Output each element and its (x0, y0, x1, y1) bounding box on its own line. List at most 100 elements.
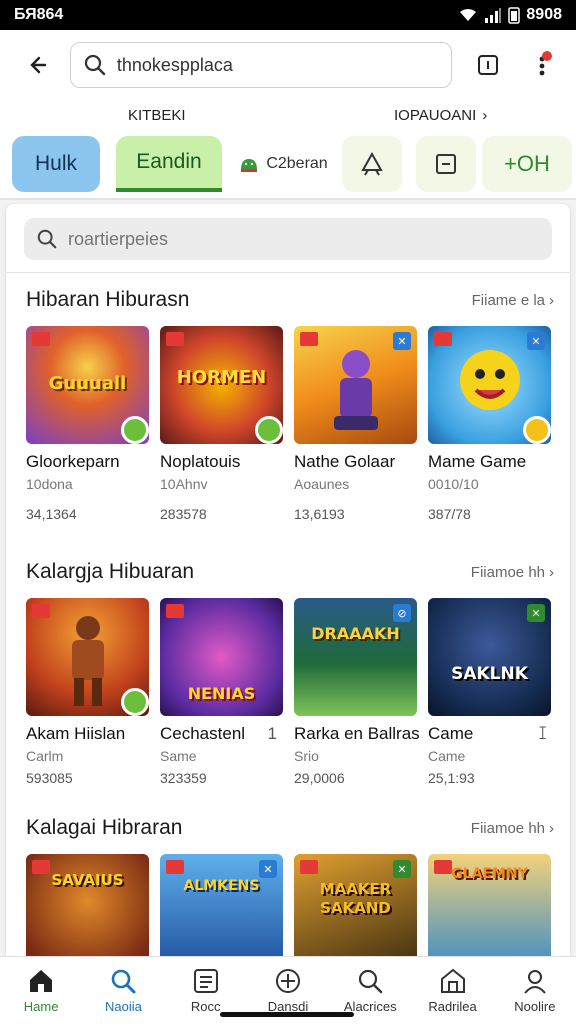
section-more-link[interactable]: Fiiamoe hh › (471, 820, 554, 837)
game-card[interactable]: Akam Hiislan Carlm 593085 (26, 598, 149, 786)
game-stat: 34,1364 (26, 506, 77, 522)
game-card[interactable]: GLAEMNY (428, 854, 551, 972)
nav-rocc-label: Rocc (190, 999, 221, 1014)
smiley-character (460, 350, 520, 410)
controller-icon: ✕ (527, 332, 545, 350)
section-more-link[interactable]: Fiiame e la › (472, 292, 554, 309)
game-card[interactable]: ✕ Mame Game 0010/10 387/78 (428, 326, 551, 522)
notification-dot (541, 51, 552, 61)
game-card[interactable]: SAKLNK ✕ Came ꕯ Came 25,1:93 (428, 598, 551, 786)
nav-radrilea[interactable]: Radrilea (417, 967, 489, 1014)
install-badge-icon (121, 416, 149, 444)
category-chips: Hulk Eandin C2beran +OH (0, 130, 576, 200)
chip-c2beran-label: C2beran (266, 155, 328, 172)
card-row: Akam Hiislan Carlm 593085 NENIAS Cechast… (26, 598, 551, 786)
chip-c2beran[interactable]: C2beran (238, 136, 328, 192)
card-row: Guuuall Gloorkeparn 10dona 34,1364 HORME… (26, 326, 551, 522)
signal-icon (485, 8, 502, 23)
game-card[interactable]: HORMEN Noplatouis 10Ahnv 283578 (160, 326, 283, 522)
nav-radrilea-label: Radrilea (428, 999, 477, 1014)
chip-oh[interactable]: +OH (482, 136, 572, 192)
sub-header-right[interactable]: IOPAUOANI › (394, 107, 487, 124)
recycle-icon (361, 151, 383, 176)
content-panel: Hibaran Hiburasn Fiiame e la › Guuuall G… (6, 204, 570, 1004)
back-button[interactable] (14, 43, 58, 87)
game-name: Noplatouis (160, 452, 241, 471)
nav-noolire-label: Noolire (514, 999, 556, 1014)
tabs-icon (478, 55, 499, 75)
nav-dansdi[interactable]: Dansdi (252, 967, 324, 1014)
game-name: Mame Game (428, 452, 527, 471)
game-card[interactable]: ✕ Nathe Golaar Aoaunes 13,6193 (294, 326, 417, 522)
game-stat: 593085 (26, 770, 73, 786)
character-illustration (72, 616, 104, 706)
red-badge (300, 332, 318, 346)
card-title-row: Came ꕯ (428, 716, 551, 744)
nav-rocc[interactable]: Rocc (170, 967, 242, 1014)
red-badge (434, 860, 452, 874)
game-card[interactable]: Guuuall Gloorkeparn 10dona 34,1364 (26, 326, 149, 522)
menu-button[interactable] (522, 45, 562, 85)
card-row: SAVAIUS ALMKENS ✕ MAAKER SAKAND ✕ GLAEMN… (26, 854, 551, 972)
game-thumbnail: SAVAIUS (26, 854, 149, 972)
game-thumbnail: SAKLNK ✕ (428, 598, 551, 716)
game-card[interactable]: ALMKENS ✕ (160, 854, 283, 972)
game-subtitle: 10Ahnv (160, 476, 208, 492)
tabs-button[interactable] (468, 45, 508, 85)
android-icon (241, 159, 258, 172)
red-badge (166, 332, 184, 346)
chip-hulk[interactable]: Hulk (12, 136, 100, 192)
nav-home[interactable]: Hame (5, 967, 77, 1014)
character-illustration (334, 350, 378, 430)
game-name: Came (428, 724, 474, 743)
game-card[interactable]: DRAAAKH ⊘ Rarka en Ballras Srio 29,0006 (294, 598, 420, 786)
game-subtitle: 0010/10 (428, 476, 479, 492)
section-more-label: Fiiamoe hh (470, 820, 545, 837)
top-search-input[interactable] (116, 54, 437, 76)
nav-noolire[interactable]: Noolire (499, 967, 571, 1014)
red-badge (434, 332, 452, 346)
chip-box[interactable] (416, 136, 476, 192)
red-badge (32, 860, 50, 874)
nav-alacrices[interactable]: Alacrices (334, 967, 406, 1014)
card-extra: 1 (267, 724, 277, 743)
chip-recycle[interactable] (342, 136, 402, 192)
game-stat: 29,0006 (294, 770, 345, 786)
top-search-box[interactable] (69, 42, 453, 88)
red-badge (166, 860, 184, 874)
nav-naoiia[interactable]: Naoiia (87, 967, 159, 1014)
section-more-link[interactable]: Fiiamoe hh › (471, 564, 554, 581)
status-time: БЯ864 (14, 6, 64, 23)
status-bar: БЯ864 8908 (0, 0, 576, 30)
game-subtitle: Aoaunes (294, 476, 350, 492)
game-art-title: MAAKER SAKAND (319, 880, 392, 917)
nav-naoiia-label: Naoiia (104, 999, 142, 1014)
game-name: Gloorkeparn (26, 452, 120, 471)
top-bar (0, 30, 576, 100)
game-thumbnail: ✕ (428, 326, 551, 444)
status-right-text: 8908 (526, 6, 562, 23)
home-indicator[interactable] (220, 1012, 354, 1017)
game-card[interactable]: SAVAIUS (26, 854, 149, 972)
game-name: Akam Hiislan (26, 724, 126, 743)
section-hibaran-hiburasn: Hibaran Hiburasn Fiiame e la › Guuuall G… (6, 282, 570, 532)
panel-search-input[interactable] (68, 228, 528, 250)
game-card[interactable]: NENIAS Cechastenl 1 Same 323359 (160, 598, 283, 786)
sub-header-left[interactable]: KITBEKI (128, 107, 186, 124)
section-more-label: Fiiamoe hh (470, 564, 545, 581)
panel-search-box[interactable] (24, 218, 552, 260)
back-arrow-icon (30, 56, 47, 74)
chip-eandin[interactable]: Eandin (116, 136, 222, 192)
status-icons: 8908 (458, 6, 562, 24)
game-thumbnail: ALMKENS ✕ (160, 854, 283, 972)
sub-header-right-label: IOPAUOANI (394, 106, 477, 124)
list-icon (193, 969, 218, 993)
game-art-title: HORMEN (176, 367, 267, 388)
red-badge (32, 604, 50, 618)
game-thumbnail: ✕ (294, 326, 417, 444)
game-card[interactable]: MAAKER SAKAND ✕ (294, 854, 417, 972)
game-thumbnail: Guuuall (26, 326, 149, 444)
controller-icon: ✕ (259, 860, 277, 878)
game-art-title: NENIAS (187, 684, 256, 703)
install-badge-icon (121, 688, 149, 716)
